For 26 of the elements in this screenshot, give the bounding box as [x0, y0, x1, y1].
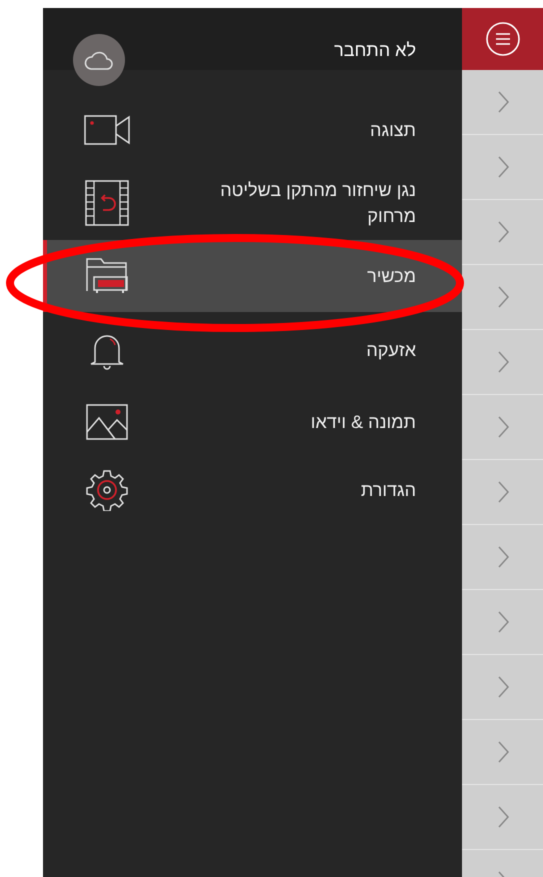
drawer-menu-item[interactable]: הגדורת	[43, 457, 462, 523]
chevron-right-icon	[496, 155, 508, 179]
account-status: לא התחבר	[334, 39, 416, 62]
drawer-menu-item[interactable]: תמונה & וידאו	[43, 387, 462, 457]
drawer-menu-item[interactable]: נגן שיחזור מהתקן בשליטה מרחוק	[43, 165, 462, 240]
cloud-icon	[84, 49, 114, 71]
menu-icon[interactable]	[484, 21, 520, 57]
film-replay-icon	[85, 180, 129, 226]
folder-recorder-icon	[86, 258, 128, 294]
chevron-right-icon	[496, 545, 508, 569]
cloud-avatar[interactable]	[73, 34, 125, 86]
chevron-right-icon	[496, 285, 508, 309]
drawer-menu-item[interactable]: תצוגה	[43, 95, 462, 165]
chevron-right-icon	[496, 90, 508, 114]
picture-icon	[86, 404, 128, 440]
chevron-right-icon	[496, 805, 508, 829]
chevron-right-icon	[496, 610, 508, 634]
video-camera-icon	[84, 115, 130, 145]
chevron-right-icon	[496, 350, 508, 374]
gear-icon	[86, 469, 128, 511]
chevron-right-icon	[496, 740, 508, 764]
chevron-right-icon	[496, 675, 508, 699]
drawer-menu-item[interactable]: אזעקה	[43, 312, 462, 387]
chevron-right-icon	[496, 415, 508, 439]
chevron-right-icon	[496, 220, 508, 244]
chevron-right-icon	[496, 480, 508, 504]
